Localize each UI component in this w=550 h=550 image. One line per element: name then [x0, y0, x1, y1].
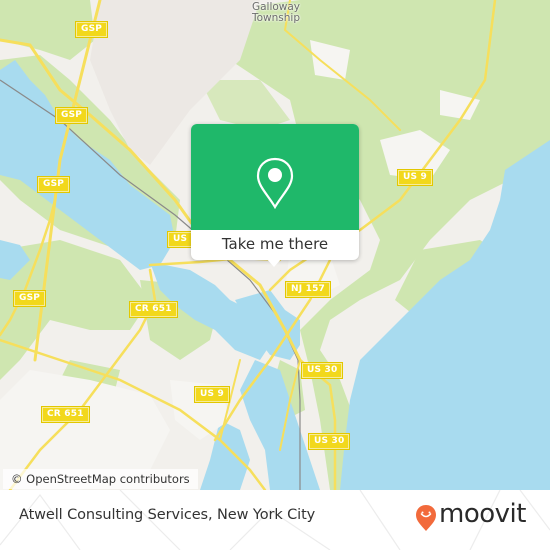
take-me-there-button[interactable]: Take me there — [191, 230, 359, 260]
road-shield-us-30: US 30 — [302, 363, 343, 378]
road-shield-gsp: GSP — [38, 177, 70, 192]
road-shield-gsp: GSP — [56, 108, 88, 123]
place-label-galloway-township: Galloway Township — [243, 2, 309, 24]
moovit-pin-logo-icon — [416, 505, 436, 531]
map-pin-icon — [256, 157, 294, 209]
road-shield-cr-651: CR 651 — [42, 407, 89, 422]
location-popup: Take me there — [191, 124, 359, 267]
road-shield-cr-651: CR 651 — [130, 302, 177, 317]
map-attribution[interactable]: © OpenStreetMap contributors — [3, 469, 198, 489]
road-shield-us-9: US 9 — [195, 387, 229, 402]
road-shield-gsp: GSP — [76, 22, 108, 37]
road-shield-us: US — [168, 232, 193, 247]
moovit-wordmark: moovit — [439, 499, 526, 529]
road-shield-gsp: GSP — [14, 291, 46, 306]
footer-bar: Atwell Consulting Services, New York Cit… — [0, 490, 550, 550]
place-name: Atwell Consulting Services, New York Cit… — [19, 507, 316, 523]
map-view[interactable]: Galloway Township GSP GSP GSP GSP US 9 U… — [0, 0, 550, 490]
popup-header — [191, 124, 359, 230]
road-shield-us-9: US 9 — [398, 170, 432, 185]
road-shield-us-30: US 30 — [309, 434, 350, 449]
place-label-text: Galloway Township — [251, 1, 301, 24]
road-shield-nj-157: NJ 157 — [286, 282, 331, 297]
popup-pointer — [266, 258, 282, 267]
